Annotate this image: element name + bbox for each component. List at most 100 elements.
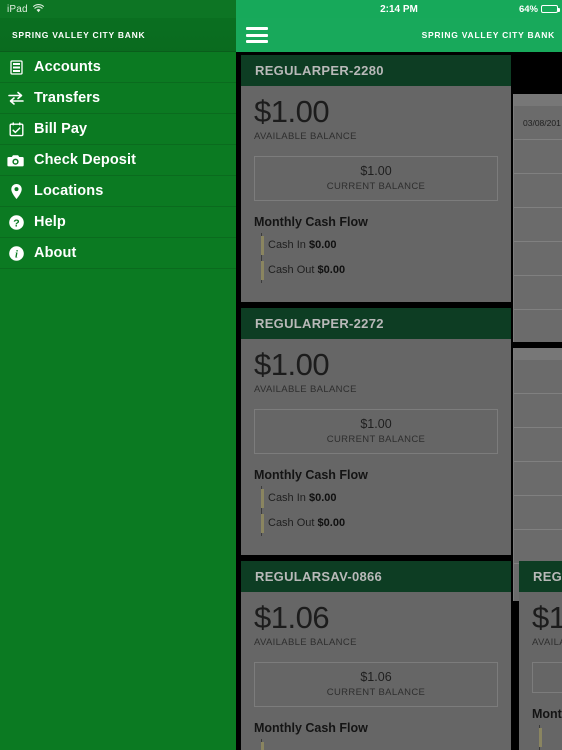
monthly-cash-flow-chart: [532, 724, 562, 750]
transaction-row[interactable]: [514, 174, 562, 208]
app-brand-label: SPRING VALLEY CITY BANK: [421, 30, 555, 40]
current-balance-box: $1.00 CURRENT BALANCE: [254, 155, 498, 201]
current-balance-label: CURRENT BALANCE: [326, 180, 426, 192]
account-card[interactable]: REGU $1. AVAILABLE BALANCE CURRENT BALAN…: [519, 561, 562, 750]
status-bar-left: iPad: [0, 0, 236, 18]
camera-icon: [7, 151, 25, 169]
info-circle-icon: i: [7, 244, 25, 262]
app-header-bar: SPRING VALLEY CITY BANK: [236, 18, 562, 52]
monthly-cash-flow-chart: [254, 738, 498, 750]
sidebar-item-label: Bill Pay: [34, 121, 88, 137]
transaction-row[interactable]: 03/08/201: [514, 106, 562, 140]
sidebar-item-transfers[interactable]: Transfers: [0, 83, 236, 114]
account-name: REGULARPER-2272: [255, 316, 384, 331]
svg-text:?: ?: [13, 217, 19, 229]
sidebar-item-label: Transfers: [34, 90, 101, 106]
hamburger-menu-icon[interactable]: [246, 27, 268, 43]
battery-icon: [541, 5, 560, 13]
battery-percent-label: 64%: [518, 3, 538, 15]
sidebar-item-help[interactable]: ? Help: [0, 207, 236, 238]
sidebar-item-label: Help: [34, 214, 66, 230]
monthly-cash-flow-title: Monthly Cash Flow: [532, 706, 562, 721]
transaction-row[interactable]: [514, 208, 562, 242]
cash-in-bar: [261, 488, 264, 508]
transfer-arrows-icon: [7, 89, 25, 107]
svg-text:i: i: [15, 249, 18, 260]
cash-in-row: Cash In $0.00: [261, 233, 498, 258]
cash-in-row: [539, 725, 562, 750]
account-card-header: REGULARPER-2272: [241, 308, 511, 339]
account-card-header: REGULARPER-2280: [241, 55, 511, 86]
current-balance-amount: $1.06: [360, 669, 392, 684]
transaction-row[interactable]: [514, 530, 562, 564]
drawer-brand-label: SPRING VALLEY CITY BANK: [12, 29, 146, 40]
transaction-row[interactable]: [514, 428, 562, 462]
cash-out-label: Cash Out: [268, 264, 315, 277]
cash-out-bar: [261, 513, 264, 533]
wifi-icon: [32, 0, 44, 18]
navigation-drawer: iPad SPRING VALLEY CITY BANK Accounts Tr…: [0, 0, 236, 750]
available-balance-amount: $1.00: [254, 347, 330, 382]
transactions-panel[interactable]: 03/08/201: [513, 94, 562, 342]
cash-in-row: [261, 739, 498, 750]
account-card-header: REGU: [519, 561, 562, 592]
sidebar-item-accounts[interactable]: Accounts: [0, 52, 236, 83]
cash-in-row: Cash In $0.00: [261, 486, 498, 511]
account-card[interactable]: REGULARSAV-0866 $1.06 AVAILABLE BALANCE …: [241, 561, 511, 750]
sidebar-item-label: Locations: [34, 183, 104, 199]
sidebar-item-about[interactable]: i About: [0, 238, 236, 269]
transaction-row[interactable]: [514, 496, 562, 530]
accounts-grid: 03/08/201 REGULARPER-2280 $1.00 AVAILABL…: [236, 52, 562, 750]
sidebar-item-bill-pay[interactable]: Bill Pay: [0, 114, 236, 145]
transaction-row[interactable]: [514, 140, 562, 174]
current-balance-label: CURRENT BALANCE: [326, 433, 426, 445]
available-balance-label: AVAILABLE BALANCE: [254, 130, 357, 142]
cash-out-row: Cash Out $0.00: [261, 511, 498, 536]
account-name: REGULARSAV-0866: [255, 569, 383, 584]
transaction-row[interactable]: [514, 310, 562, 342]
cash-in-bar: [261, 235, 264, 255]
available-balance-amount: $1.06: [254, 600, 330, 635]
account-card[interactable]: REGULARPER-2272 $1.00 AVAILABLE BALANCE …: [241, 308, 511, 555]
device-label: iPad: [7, 3, 28, 15]
transactions-panel-header: [514, 94, 562, 106]
transaction-row[interactable]: [514, 360, 562, 394]
transactions-panel-header: [514, 348, 562, 360]
transaction-row[interactable]: [514, 394, 562, 428]
available-balance-label: AVAILABLE BALANCE: [254, 636, 357, 648]
transaction-row[interactable]: [514, 242, 562, 276]
battery-indicator: 64%: [518, 3, 560, 15]
available-balance-amount: $1.00: [254, 94, 330, 129]
current-balance-label: CURRENT BALANCE: [326, 686, 426, 698]
transaction-row[interactable]: [514, 462, 562, 496]
status-bar-right: 2:14 PM 64%: [236, 0, 562, 18]
map-pin-icon: [7, 182, 25, 200]
account-card[interactable]: REGULARPER-2280 $1.00 AVAILABLE BALANCE …: [241, 55, 511, 302]
app-content-dimmed[interactable]: 2:14 PM 64% SPRING VALLEY CITY BANK 03/0…: [236, 0, 562, 750]
cash-out-value: $0.00: [317, 264, 346, 277]
account-name: REGULARPER-2280: [255, 63, 384, 78]
current-balance-amount: $1.00: [360, 163, 392, 178]
cash-out-bar: [261, 260, 264, 280]
cash-out-value: $0.00: [317, 517, 346, 530]
monthly-cash-flow-title: Monthly Cash Flow: [254, 214, 368, 229]
drawer-brand-header: SPRING VALLEY CITY BANK: [0, 18, 236, 52]
question-circle-icon: ?: [7, 213, 25, 231]
sidebar-item-label: Accounts: [34, 59, 101, 75]
available-balance-amount: $1.: [532, 600, 562, 635]
sidebar-item-label: About: [34, 245, 77, 261]
cash-out-label: Cash Out: [268, 517, 315, 530]
calendar-check-icon: [7, 120, 25, 138]
monthly-cash-flow-chart: Cash In $0.00 Cash Out $0.00: [254, 232, 498, 283]
current-balance-box: CURRENT BALANCE: [532, 661, 562, 693]
cash-in-bar: [539, 727, 542, 747]
account-name: REGU: [533, 569, 562, 584]
cash-in-value: $0.00: [308, 492, 337, 505]
current-balance-label: CURRENT BALANCE: [533, 673, 562, 684]
bank-building-icon: [7, 58, 25, 76]
transaction-row[interactable]: [514, 276, 562, 310]
account-card-header: REGULARSAV-0866: [241, 561, 511, 592]
sidebar-item-check-deposit[interactable]: Check Deposit: [0, 145, 236, 176]
monthly-cash-flow-title: Monthly Cash Flow: [254, 720, 368, 735]
sidebar-item-locations[interactable]: Locations: [0, 176, 236, 207]
